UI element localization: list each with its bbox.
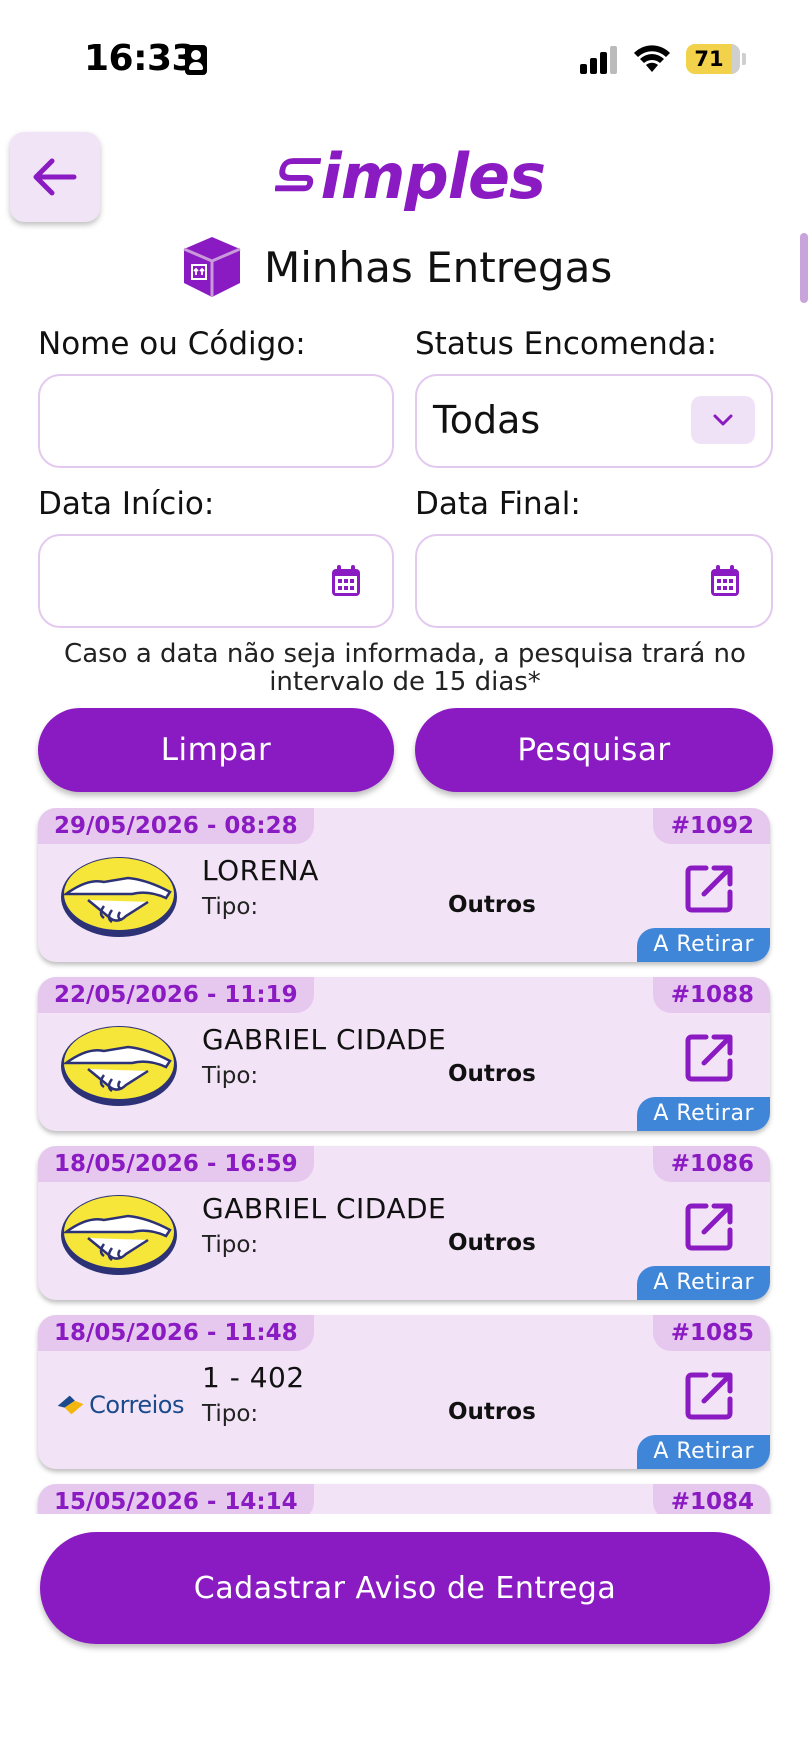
back-button[interactable] [10, 132, 100, 222]
page-header: Minhas Entregas [178, 232, 612, 302]
delivery-card[interactable]: 29/05/2026 - 08:28 #1092 LORENA Tipo: Ou… [38, 808, 770, 962]
delivery-type-label: Tipo: [202, 894, 259, 920]
correios-logo: Correios [56, 1385, 184, 1425]
delivery-card[interactable]: 18/05/2026 - 16:59 #1086 GABRIEL CIDADE … [38, 1146, 770, 1300]
delivery-type-value: Outros [448, 1399, 536, 1425]
status-time: 16:33 [84, 38, 197, 79]
end-date-label: Data Final: [415, 486, 581, 522]
delivery-card[interactable]: 15/05/2026 - 14:14 #1084 [38, 1484, 770, 1514]
page-title: Minhas Entregas [264, 242, 613, 292]
status-select[interactable]: Todas [415, 374, 773, 468]
status-label: Status Encomenda: [415, 326, 717, 362]
battery-cap [742, 53, 746, 65]
open-external-icon[interactable] [684, 862, 736, 914]
delivery-date: 29/05/2026 - 08:28 [38, 808, 314, 844]
status-badge: A Retirar [637, 1266, 770, 1300]
package-box-icon [183, 237, 241, 297]
correios-logo-text: Correios [89, 1391, 184, 1419]
clear-button[interactable]: Limpar [38, 708, 394, 792]
calendar-icon[interactable] [330, 564, 362, 598]
delivery-number: #1086 [652, 1146, 770, 1182]
delivery-list[interactable]: 29/05/2026 - 08:28 #1092 LORENA Tipo: Ou… [0, 808, 810, 1514]
battery-icon: 71 [686, 44, 740, 74]
date-hint-text: Caso a data não seja informada, a pesqui… [64, 639, 746, 697]
status-badge: A Retirar [637, 1435, 770, 1469]
delivery-type-label: Tipo: [202, 1401, 259, 1427]
open-external-icon[interactable] [684, 1369, 736, 1421]
app-logo: imples [275, 139, 546, 213]
logo-text: imples [320, 139, 546, 213]
delivery-recipient: LORENA [202, 854, 319, 887]
delivery-type-value: Outros [448, 892, 536, 918]
search-button[interactable]: Pesquisar [415, 708, 773, 792]
delivery-type-label: Tipo: [202, 1063, 259, 1089]
delivery-number: #1085 [652, 1315, 770, 1351]
name-code-label: Nome ou Código: [38, 326, 306, 362]
status-select-value: Todas [433, 398, 541, 442]
delivery-recipient: GABRIEL CIDADE [202, 1023, 447, 1056]
register-delivery-button[interactable]: Cadastrar Aviso de Entrega [40, 1532, 770, 1644]
open-external-icon[interactable] [684, 1200, 736, 1252]
delivery-recipient: GABRIEL CIDADE [202, 1192, 447, 1225]
end-date-input[interactable] [415, 534, 773, 628]
start-date-input[interactable] [38, 534, 394, 628]
delivery-number: #1092 [652, 808, 770, 844]
cellular-signal-icon [580, 46, 618, 74]
mercado-livre-logo-icon [61, 1026, 177, 1106]
status-badge: A Retirar [637, 1097, 770, 1131]
open-external-icon[interactable] [684, 1031, 736, 1083]
delivery-date: 18/05/2026 - 11:48 [38, 1315, 314, 1351]
mercado-livre-logo-icon [61, 857, 177, 937]
start-date-label: Data Início: [38, 486, 215, 522]
delivery-recipient: 1 - 402 [202, 1361, 305, 1394]
scroll-indicator[interactable] [800, 233, 808, 303]
mercado-livre-logo-icon [61, 1195, 177, 1275]
arrow-left-icon [33, 158, 77, 196]
contact-card-icon [185, 45, 207, 75]
delivery-date: 18/05/2026 - 16:59 [38, 1146, 314, 1182]
delivery-type-value: Outros [448, 1230, 536, 1256]
calendar-icon[interactable] [709, 564, 741, 598]
delivery-type-label: Tipo: [202, 1232, 259, 1258]
delivery-number: #1084 [652, 1484, 770, 1514]
status-badge: A Retirar [637, 928, 770, 962]
chevron-down-icon[interactable] [691, 396, 755, 444]
delivery-card[interactable]: 22/05/2026 - 11:19 #1088 GABRIEL CIDADE … [38, 977, 770, 1131]
battery-level: 71 [694, 47, 724, 71]
delivery-type-value: Outros [448, 1061, 536, 1087]
delivery-date: 15/05/2026 - 14:14 [38, 1484, 314, 1514]
name-code-input[interactable] [38, 374, 394, 468]
wifi-icon [634, 45, 670, 72]
logo-s-icon [275, 158, 321, 192]
delivery-date: 22/05/2026 - 11:19 [38, 977, 314, 1013]
delivery-number: #1088 [652, 977, 770, 1013]
correios-logo-icon [57, 1395, 84, 1415]
status-bar: 16:33 71 [0, 0, 810, 110]
delivery-card[interactable]: 18/05/2026 - 11:48 #1085 Correios 1 - 40… [38, 1315, 770, 1469]
